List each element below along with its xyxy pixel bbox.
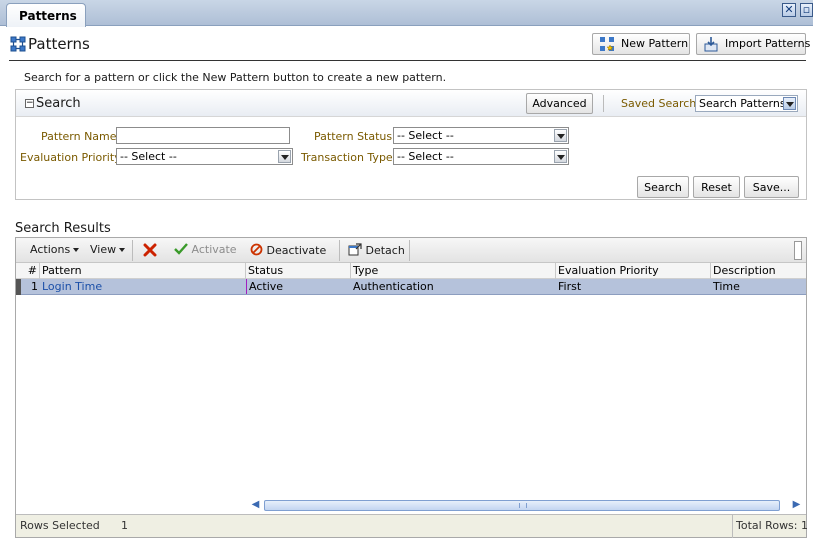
tab-label: Patterns <box>19 9 77 23</box>
deactivate-icon <box>250 243 263 256</box>
delete-icon[interactable] <box>142 242 158 258</box>
evaluation-priority-label: Evaluation Priority <box>20 151 121 164</box>
actions-menu[interactable]: Actions <box>30 243 80 256</box>
header-divider <box>9 60 806 61</box>
horizontal-scrollbar[interactable]: ◀ ▶ <box>247 498 806 513</box>
priority-cell: First <box>558 280 582 293</box>
collapse-icon[interactable]: − <box>25 99 34 108</box>
pattern-name-label: Pattern Name <box>41 130 117 143</box>
deactivate-label: Deactivate <box>266 244 327 257</box>
scroll-thumb[interactable] <box>264 500 780 511</box>
divider <box>339 240 340 261</box>
pattern-status-value: -- Select -- <box>397 129 454 142</box>
import-icon <box>704 37 718 52</box>
transaction-type-value: -- Select -- <box>397 150 454 163</box>
new-pattern-icon <box>600 37 614 51</box>
divider <box>732 515 733 538</box>
type-cell: Authentication <box>353 280 434 293</box>
column-header[interactable]: Pattern <box>40 263 246 279</box>
view-menu[interactable]: View <box>90 243 126 256</box>
detach-icon <box>348 243 362 256</box>
activate-button[interactable]: Activate <box>174 243 237 256</box>
pattern-status-label: Pattern Status <box>314 130 393 143</box>
column-header[interactable]: # <box>16 263 40 279</box>
saved-search-select[interactable]: Search Patterns <box>695 95 798 112</box>
chevron-down-icon <box>73 248 80 252</box>
column-header[interactable]: Status <box>246 263 351 279</box>
transaction-type-select[interactable]: -- Select -- <box>393 148 569 165</box>
save-button[interactable]: Save... <box>744 176 799 198</box>
chevron-down-icon[interactable] <box>783 97 796 110</box>
rows-selected-value: 1 <box>121 519 128 532</box>
results-title: Search Results <box>15 221 111 236</box>
transaction-type-label: Transaction Type <box>301 151 393 164</box>
scroll-right-icon[interactable]: ▶ <box>790 499 803 512</box>
view-label: View <box>90 243 117 256</box>
column-header[interactable]: Type <box>351 263 556 279</box>
search-button[interactable]: Search <box>637 176 689 198</box>
rows-selected-label: Rows Selected <box>20 519 100 532</box>
results-footer: Rows Selected 1 Total Rows: 1 <box>16 514 808 538</box>
instruction-text: Search for a pattern or click the New Pa… <box>24 71 447 84</box>
search-header: − Search Advanced Saved Search Search Pa… <box>16 90 806 117</box>
evaluation-priority-value: -- Select -- <box>120 150 177 163</box>
row-selection-marker <box>16 279 21 295</box>
chevron-down-icon[interactable] <box>554 150 567 163</box>
pattern-name-input[interactable] <box>116 127 290 144</box>
grip-icon <box>519 503 527 508</box>
reset-button[interactable]: Reset <box>693 176 740 198</box>
search-panel: − Search Advanced Saved Search Search Pa… <box>15 89 807 200</box>
check-icon <box>174 243 188 255</box>
chevron-down-icon <box>119 248 126 252</box>
page-title: Patterns <box>28 35 90 53</box>
import-patterns-label: Import Patterns <box>725 37 811 50</box>
new-pattern-button[interactable]: New Pattern <box>592 33 690 55</box>
divider <box>409 240 410 261</box>
chevron-down-icon[interactable] <box>554 129 567 142</box>
saved-search-label: Saved Search <box>621 97 697 110</box>
column-header[interactable]: Evaluation Priority <box>556 263 711 279</box>
pattern-status-select[interactable]: -- Select -- <box>393 127 569 144</box>
tab-strip: Patterns ✕ ▫ <box>0 0 813 27</box>
divider <box>603 95 604 112</box>
table-header: # Pattern Status Type Evaluation Priorit… <box>16 263 806 279</box>
detach-label: Detach <box>365 244 405 257</box>
status-cell: Active <box>246 279 351 294</box>
actions-label: Actions <box>30 243 71 256</box>
divider <box>132 240 133 261</box>
evaluation-priority-select[interactable]: -- Select -- <box>116 148 293 165</box>
restore-icon[interactable]: ▫ <box>800 3 813 17</box>
column-header[interactable]: Description <box>711 263 806 279</box>
toolbar-overflow-handle[interactable] <box>794 241 802 260</box>
description-cell: Time <box>713 280 740 293</box>
total-rows: Total Rows: 1 <box>736 519 808 532</box>
tab-patterns[interactable]: Patterns <box>6 3 86 27</box>
chevron-down-icon[interactable] <box>278 150 291 163</box>
activate-label: Activate <box>191 243 237 256</box>
detach-button[interactable]: Detach <box>348 243 405 257</box>
import-patterns-button[interactable]: Import Patterns <box>696 33 810 55</box>
search-title: Search <box>36 96 81 111</box>
results-table-panel: Actions View Activate Deactivate Detach … <box>15 237 808 538</box>
deactivate-button[interactable]: Deactivate <box>250 243 326 257</box>
scroll-left-icon[interactable]: ◀ <box>249 499 262 512</box>
patterns-icon <box>10 36 26 52</box>
table-row[interactable]: 1 Login Time Active Authentication First… <box>16 279 806 295</box>
advanced-button[interactable]: Advanced <box>526 93 593 114</box>
new-pattern-label: New Pattern <box>621 37 689 50</box>
pattern-link[interactable]: Login Time <box>40 279 246 294</box>
close-icon[interactable]: ✕ <box>782 3 796 17</box>
saved-search-value: Search Patterns <box>699 97 786 110</box>
results-toolbar: Actions View Activate Deactivate Detach <box>16 238 806 263</box>
